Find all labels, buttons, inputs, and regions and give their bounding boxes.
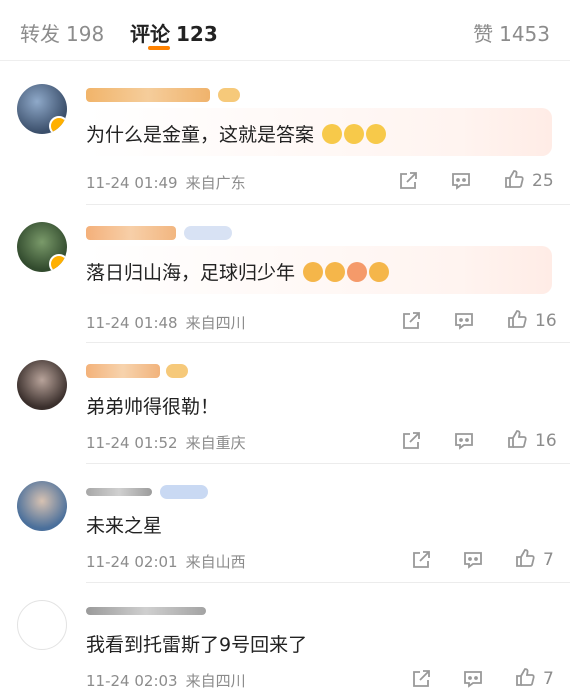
thumbs-up-icon[interactable] — [514, 547, 536, 569]
emoji-icon — [347, 262, 368, 282]
vip-badge — [160, 485, 208, 499]
comment-location: 来自四川 — [185, 672, 246, 690]
comment-icon[interactable] — [450, 170, 472, 192]
comment-meta: 11-24 01:49 来自广东 — [86, 172, 246, 193]
vip-badge — [166, 364, 188, 378]
comment-text-body: 未来之星 — [86, 515, 163, 537]
comment-text: 我看到托雷斯了9号回来了 — [86, 630, 307, 657]
thumbs-up-icon[interactable] — [514, 666, 536, 688]
username-blurred[interactable] — [86, 364, 160, 378]
comment-icon[interactable] — [453, 310, 475, 332]
comment-meta: 11-24 02:01 来自山西 — [86, 551, 246, 572]
comment-time: 11-24 02:03 — [86, 672, 178, 690]
thumbs-up-icon[interactable] — [506, 428, 528, 450]
avatar[interactable] — [17, 360, 67, 410]
tab-comment[interactable]: 评论 123 — [130, 18, 218, 47]
comment-time: 11-24 01:48 — [86, 314, 178, 332]
vip-badge — [184, 226, 232, 240]
divider — [86, 342, 570, 343]
username-blurred[interactable] — [86, 607, 206, 615]
avatar[interactable] — [17, 600, 67, 650]
avatar[interactable] — [17, 84, 67, 134]
username-blurred[interactable] — [86, 226, 176, 240]
comment-location: 来自山西 — [185, 553, 246, 571]
comment-item: 为什么是金童，这就是答案 11-24 01:49 来自广东 25 — [0, 66, 570, 206]
tab-repost[interactable]: 转发 198 — [20, 18, 104, 47]
emoji-icon — [322, 124, 343, 144]
vip-badge — [218, 88, 240, 102]
tab-like[interactable]: 赞 1453 — [473, 18, 550, 47]
comment-text-body: 为什么是金童，这就是答案 — [86, 124, 315, 146]
comment-time: 11-24 01:49 — [86, 174, 178, 192]
comment-text-body: 我看到托雷斯了9号回来了 — [86, 634, 308, 656]
comment-text: 落日归山海，足球归少年 — [86, 258, 390, 285]
comment-text: 未来之星 — [86, 511, 162, 538]
comment-location: 来自重庆 — [185, 434, 246, 452]
comment-time: 11-24 02:01 — [86, 553, 178, 571]
comment-text: 为什么是金童，这就是答案 — [86, 120, 387, 147]
tab-repost-label: 转发 — [20, 22, 60, 46]
divider — [86, 463, 570, 464]
divider — [86, 204, 570, 205]
like-count: 25 — [532, 171, 554, 191]
verified-badge — [49, 254, 67, 272]
comment-text-body: 落日归山海，足球归少年 — [86, 262, 296, 284]
tab-like-count: 1453 — [499, 22, 550, 46]
tab-repost-count: 198 — [66, 22, 105, 46]
comment-item: 弟弟帅得很勒！ 11-24 01:52 来自重庆 16 — [0, 344, 570, 462]
comment-meta: 11-24 01:52 来自重庆 — [86, 432, 246, 453]
active-tab-indicator — [148, 46, 170, 50]
comment-time: 11-24 01:52 — [86, 434, 178, 452]
emoji-icon — [344, 124, 365, 144]
comment-icon[interactable] — [462, 668, 484, 690]
comment-tabs: 转发 198 评论 123 赞 1453 — [0, 0, 570, 61]
tab-like-label: 赞 — [473, 22, 494, 46]
like-count: 7 — [543, 669, 554, 689]
share-icon[interactable] — [410, 549, 432, 571]
share-icon[interactable] — [397, 170, 419, 192]
comment-meta: 11-24 02:03 来自四川 — [86, 670, 246, 691]
emoji-icon — [325, 262, 346, 282]
thumbs-up-icon[interactable] — [506, 308, 528, 330]
verified-badge — [49, 116, 67, 134]
emoji-icon — [303, 262, 324, 282]
share-icon[interactable] — [400, 310, 422, 332]
comment-location: 来自四川 — [185, 314, 246, 332]
username-blurred[interactable] — [86, 88, 210, 102]
like-count: 16 — [535, 311, 557, 331]
emoji-icon — [369, 262, 390, 282]
comment-meta: 11-24 01:48 来自四川 — [86, 312, 246, 333]
comment-icon[interactable] — [453, 430, 475, 452]
comment-icon[interactable] — [462, 549, 484, 571]
username-blurred[interactable] — [86, 488, 152, 496]
thumbs-up-icon[interactable] — [503, 168, 525, 190]
like-count: 7 — [543, 550, 554, 570]
tab-comment-count: 123 — [176, 22, 218, 46]
avatar[interactable] — [17, 222, 67, 272]
comment-text: 弟弟帅得很勒！ — [86, 392, 219, 419]
like-count: 16 — [535, 431, 557, 451]
comment-item: 我看到托雷斯了9号回来了 11-24 02:03 来自四川 7 — [0, 584, 570, 700]
share-icon[interactable] — [410, 668, 432, 690]
emoji-icon — [366, 124, 387, 144]
divider — [86, 582, 570, 583]
avatar[interactable] — [17, 481, 67, 531]
tab-comment-label: 评论 — [130, 22, 170, 46]
comment-location: 来自广东 — [185, 174, 246, 192]
comment-text-body: 弟弟帅得很勒！ — [86, 396, 220, 418]
comment-item: 落日归山海，足球归少年 11-24 01:48 来自四川 16 — [0, 206, 570, 340]
comment-item: 未来之星 11-24 02:01 来自山西 7 — [0, 465, 570, 581]
share-icon[interactable] — [400, 430, 422, 452]
